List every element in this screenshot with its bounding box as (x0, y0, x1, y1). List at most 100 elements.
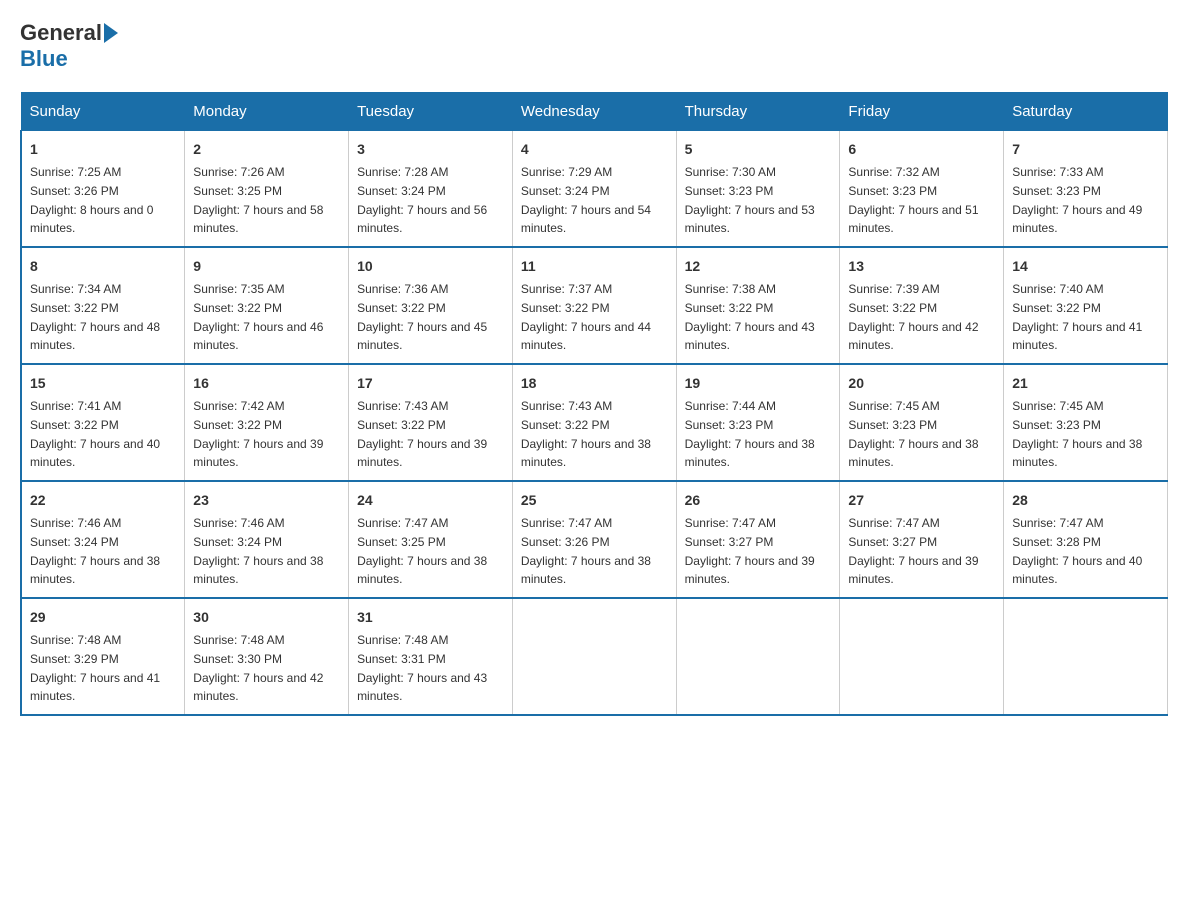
logo: General Blue (20, 20, 120, 72)
day-number: 22 (30, 490, 176, 511)
calendar-cell: 29 Sunrise: 7:48 AMSunset: 3:29 PMDayligh… (21, 598, 185, 715)
calendar-cell: 6 Sunrise: 7:32 AMSunset: 3:23 PMDaylight… (840, 131, 1004, 248)
day-number: 25 (521, 490, 668, 511)
day-number: 8 (30, 256, 176, 277)
day-info: Sunrise: 7:47 AMSunset: 3:25 PMDaylight:… (357, 516, 487, 586)
calendar-cell: 11 Sunrise: 7:37 AMSunset: 3:22 PMDayligh… (512, 247, 676, 364)
day-info: Sunrise: 7:45 AMSunset: 3:23 PMDaylight:… (848, 399, 978, 469)
day-info: Sunrise: 7:39 AMSunset: 3:22 PMDaylight:… (848, 282, 978, 352)
day-header-saturday: Saturday (1004, 93, 1168, 131)
calendar-cell: 21 Sunrise: 7:45 AMSunset: 3:23 PMDayligh… (1004, 364, 1168, 481)
day-info: Sunrise: 7:40 AMSunset: 3:22 PMDaylight:… (1012, 282, 1142, 352)
day-info: Sunrise: 7:29 AMSunset: 3:24 PMDaylight:… (521, 165, 651, 235)
week-row-4: 22 Sunrise: 7:46 AMSunset: 3:24 PMDayligh… (21, 481, 1168, 598)
calendar-cell: 9 Sunrise: 7:35 AMSunset: 3:22 PMDaylight… (185, 247, 349, 364)
day-number: 13 (848, 256, 995, 277)
day-info: Sunrise: 7:32 AMSunset: 3:23 PMDaylight:… (848, 165, 978, 235)
day-number: 18 (521, 373, 668, 394)
calendar-cell: 10 Sunrise: 7:36 AMSunset: 3:22 PMDayligh… (349, 247, 513, 364)
day-number: 15 (30, 373, 176, 394)
day-number: 29 (30, 607, 176, 628)
day-info: Sunrise: 7:46 AMSunset: 3:24 PMDaylight:… (30, 516, 160, 586)
day-info: Sunrise: 7:42 AMSunset: 3:22 PMDaylight:… (193, 399, 323, 469)
calendar-cell: 19 Sunrise: 7:44 AMSunset: 3:23 PMDayligh… (676, 364, 840, 481)
day-number: 10 (357, 256, 504, 277)
day-info: Sunrise: 7:34 AMSunset: 3:22 PMDaylight:… (30, 282, 160, 352)
calendar-cell: 3Sunrise: 7:28 AMSunset: 3:24 PMDaylight… (349, 131, 513, 248)
day-header-friday: Friday (840, 93, 1004, 131)
days-header-row: SundayMondayTuesdayWednesdayThursdayFrid… (21, 93, 1168, 131)
day-number: 2 (193, 139, 340, 160)
day-info: Sunrise: 7:47 AMSunset: 3:28 PMDaylight:… (1012, 516, 1142, 586)
calendar-cell: 31 Sunrise: 7:48 AMSunset: 3:31 PMDayligh… (349, 598, 513, 715)
logo-arrow-icon (104, 23, 118, 43)
calendar-cell: 4Sunrise: 7:29 AMSunset: 3:24 PMDaylight… (512, 131, 676, 248)
day-number: 7 (1012, 139, 1159, 160)
day-info: Sunrise: 7:48 AMSunset: 3:29 PMDaylight:… (30, 633, 160, 703)
day-number: 21 (1012, 373, 1159, 394)
day-info: Sunrise: 7:41 AMSunset: 3:22 PMDaylight:… (30, 399, 160, 469)
calendar-cell: 12 Sunrise: 7:38 AMSunset: 3:22 PMDayligh… (676, 247, 840, 364)
calendar-table: SundayMondayTuesdayWednesdayThursdayFrid… (20, 92, 1168, 716)
day-info: Sunrise: 7:43 AMSunset: 3:22 PMDaylight:… (357, 399, 487, 469)
week-row-3: 15 Sunrise: 7:41 AMSunset: 3:22 PMDayligh… (21, 364, 1168, 481)
day-number: 31 (357, 607, 504, 628)
day-number: 14 (1012, 256, 1159, 277)
day-info: Sunrise: 7:25 AMSunset: 3:26 PMDaylight:… (30, 165, 153, 235)
day-header-sunday: Sunday (21, 93, 185, 131)
calendar-cell: 25Sunrise: 7:47 AMSunset: 3:26 PMDayligh… (512, 481, 676, 598)
week-row-1: 1 Sunrise: 7:25 AMSunset: 3:26 PMDaylight… (21, 131, 1168, 248)
day-info: Sunrise: 7:45 AMSunset: 3:23 PMDaylight:… (1012, 399, 1142, 469)
day-number: 17 (357, 373, 504, 394)
day-number: 1 (30, 139, 176, 160)
calendar-cell: 30 Sunrise: 7:48 AMSunset: 3:30 PMDayligh… (185, 598, 349, 715)
calendar-cell: 2 Sunrise: 7:26 AMSunset: 3:25 PMDaylight… (185, 131, 349, 248)
day-number: 24 (357, 490, 504, 511)
day-info: Sunrise: 7:47 AMSunset: 3:27 PMDaylight:… (685, 516, 815, 586)
day-header-thursday: Thursday (676, 93, 840, 131)
day-number: 27 (848, 490, 995, 511)
day-header-monday: Monday (185, 93, 349, 131)
calendar-cell (676, 598, 840, 715)
day-info: Sunrise: 7:37 AMSunset: 3:22 PMDaylight:… (521, 282, 651, 352)
day-number: 5 (685, 139, 832, 160)
day-info: Sunrise: 7:47 AMSunset: 3:27 PMDaylight:… (848, 516, 978, 586)
calendar-cell: 5 Sunrise: 7:30 AMSunset: 3:23 PMDaylight… (676, 131, 840, 248)
calendar-cell: 28Sunrise: 7:47 AMSunset: 3:28 PMDayligh… (1004, 481, 1168, 598)
day-number: 30 (193, 607, 340, 628)
calendar-cell: 23 Sunrise: 7:46 AMSunset: 3:24 PMDayligh… (185, 481, 349, 598)
calendar-cell: 27 Sunrise: 7:47 AMSunset: 3:27 PMDayligh… (840, 481, 1004, 598)
day-number: 11 (521, 256, 668, 277)
calendar-cell: 16 Sunrise: 7:42 AMSunset: 3:22 PMDayligh… (185, 364, 349, 481)
day-header-tuesday: Tuesday (349, 93, 513, 131)
day-info: Sunrise: 7:48 AMSunset: 3:31 PMDaylight:… (357, 633, 487, 703)
calendar-cell: 24 Sunrise: 7:47 AMSunset: 3:25 PMDayligh… (349, 481, 513, 598)
day-info: Sunrise: 7:36 AMSunset: 3:22 PMDaylight:… (357, 282, 487, 352)
day-info: Sunrise: 7:26 AMSunset: 3:25 PMDaylight:… (193, 165, 323, 235)
day-number: 12 (685, 256, 832, 277)
calendar-cell: 18Sunrise: 7:43 AMSunset: 3:22 PMDayligh… (512, 364, 676, 481)
calendar-cell: 13 Sunrise: 7:39 AMSunset: 3:22 PMDayligh… (840, 247, 1004, 364)
day-info: Sunrise: 7:28 AMSunset: 3:24 PMDaylight:… (357, 165, 487, 235)
day-info: Sunrise: 7:38 AMSunset: 3:22 PMDaylight:… (685, 282, 815, 352)
day-number: 19 (685, 373, 832, 394)
calendar-cell: 26Sunrise: 7:47 AMSunset: 3:27 PMDayligh… (676, 481, 840, 598)
day-info: Sunrise: 7:46 AMSunset: 3:24 PMDaylight:… (193, 516, 323, 586)
day-info: Sunrise: 7:44 AMSunset: 3:23 PMDaylight:… (685, 399, 815, 469)
week-row-2: 8 Sunrise: 7:34 AMSunset: 3:22 PMDaylight… (21, 247, 1168, 364)
day-number: 6 (848, 139, 995, 160)
calendar-cell: 17 Sunrise: 7:43 AMSunset: 3:22 PMDayligh… (349, 364, 513, 481)
week-row-5: 29 Sunrise: 7:48 AMSunset: 3:29 PMDayligh… (21, 598, 1168, 715)
calendar-cell: 14 Sunrise: 7:40 AMSunset: 3:22 PMDayligh… (1004, 247, 1168, 364)
day-info: Sunrise: 7:48 AMSunset: 3:30 PMDaylight:… (193, 633, 323, 703)
calendar-cell: 15 Sunrise: 7:41 AMSunset: 3:22 PMDayligh… (21, 364, 185, 481)
calendar-cell: 20 Sunrise: 7:45 AMSunset: 3:23 PMDayligh… (840, 364, 1004, 481)
logo-general-text: General (20, 20, 102, 46)
calendar-cell: 22 Sunrise: 7:46 AMSunset: 3:24 PMDayligh… (21, 481, 185, 598)
day-number: 23 (193, 490, 340, 511)
day-info: Sunrise: 7:35 AMSunset: 3:22 PMDaylight:… (193, 282, 323, 352)
day-number: 16 (193, 373, 340, 394)
day-number: 20 (848, 373, 995, 394)
day-info: Sunrise: 7:30 AMSunset: 3:23 PMDaylight:… (685, 165, 815, 235)
day-number: 9 (193, 256, 340, 277)
